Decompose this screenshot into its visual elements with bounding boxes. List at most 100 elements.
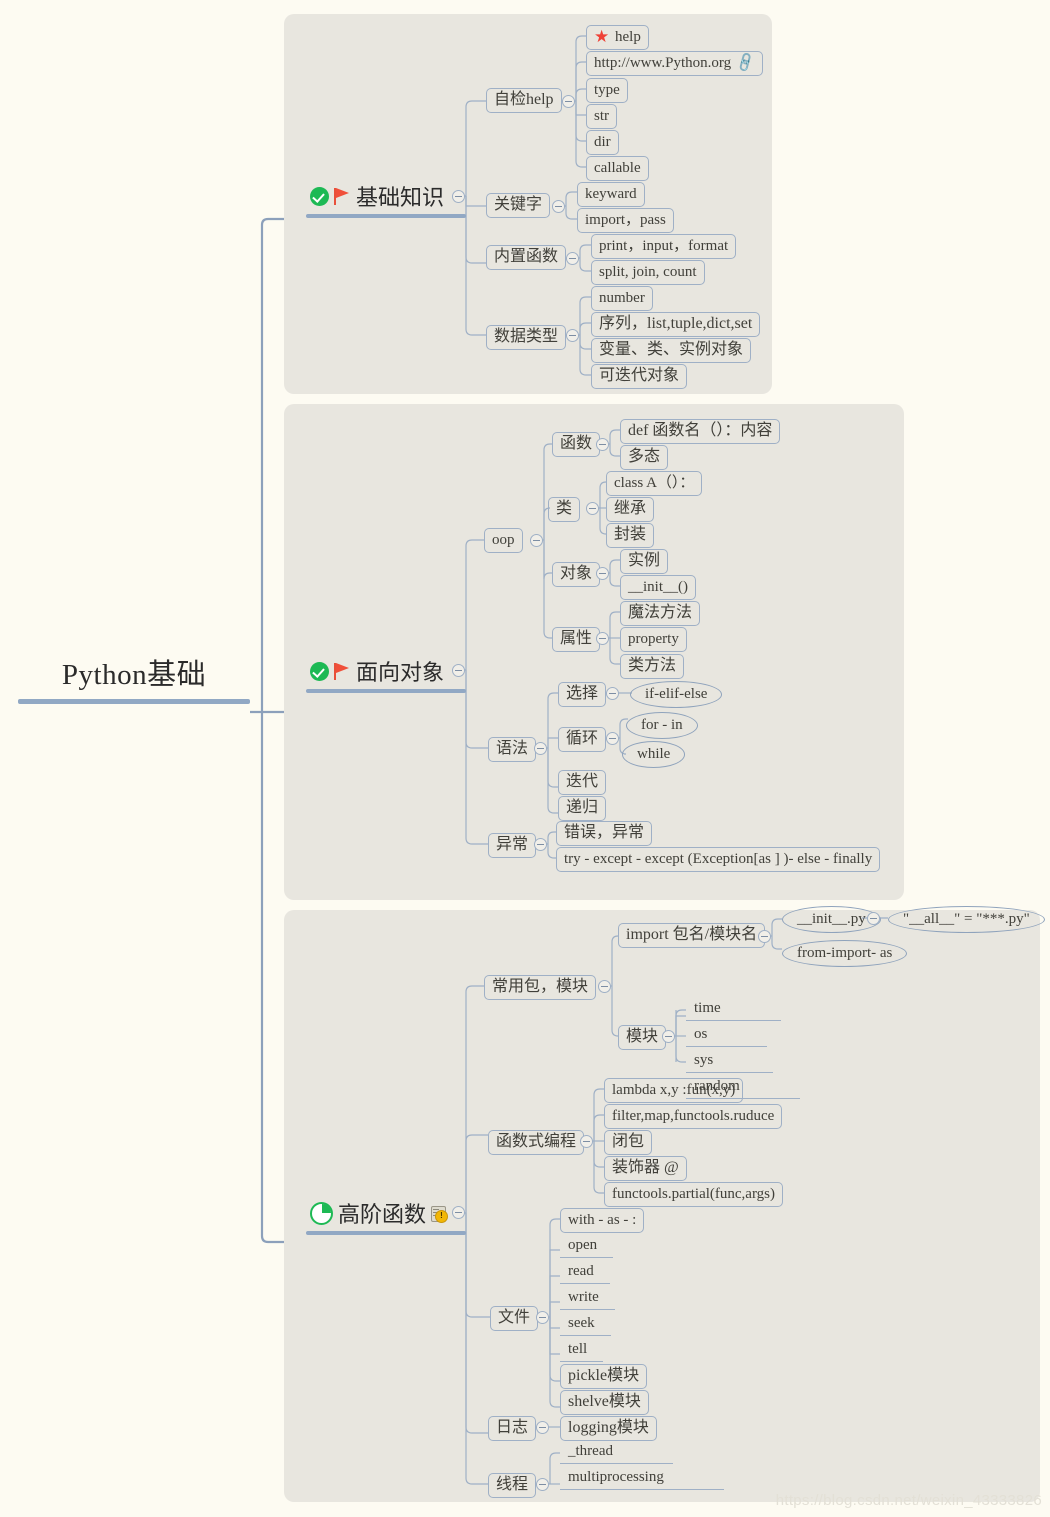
node-selection[interactable]: 选择 xyxy=(558,682,607,707)
node-os[interactable]: os xyxy=(686,1024,768,1047)
node-_thread[interactable]: _thread xyxy=(560,1441,673,1464)
node-from-import-as[interactable]: from-import- as xyxy=(782,940,908,967)
node-functools-partial[interactable]: functools.partial(func,args) xyxy=(604,1182,784,1207)
node-def-signature[interactable]: def 函数名（）：内容 xyxy=(620,419,781,444)
node-number[interactable]: number xyxy=(591,286,653,311)
node-class-a[interactable]: class A（）： xyxy=(606,471,703,496)
node-read[interactable]: read xyxy=(560,1261,610,1284)
node-keyward[interactable]: keyward xyxy=(577,182,645,207)
collapse-toggle-oop-group[interactable] xyxy=(530,534,543,547)
collapse-toggle-oop[interactable] xyxy=(452,664,465,677)
node-lambda[interactable]: lambda x,y :fun(x,y) xyxy=(604,1078,744,1103)
node-import-package[interactable]: import 包名/模块名 xyxy=(618,923,766,948)
node-class-method[interactable]: 类方法 xyxy=(620,654,685,679)
branch-header-advanced[interactable]: 高阶函数 ! xyxy=(306,1197,466,1235)
root-node[interactable]: Python基础 xyxy=(18,655,250,704)
collapse-toggle-data-types[interactable] xyxy=(566,329,579,342)
node-dir[interactable]: dir xyxy=(586,130,619,155)
collapse-toggle-class[interactable] xyxy=(586,502,599,515)
node-init-method[interactable]: __init__() xyxy=(620,575,696,600)
node-data-types[interactable]: 数据类型 xyxy=(486,325,567,350)
collapse-toggle-function[interactable] xyxy=(596,438,609,451)
node-variable-class-instance[interactable]: 变量、类、实例对象 xyxy=(591,338,752,363)
collapse-toggle-thread[interactable] xyxy=(536,1478,549,1491)
node-function[interactable]: 函数 xyxy=(552,432,601,457)
node-iteration[interactable]: 迭代 xyxy=(558,770,607,795)
node-iterable-object[interactable]: 可迭代对象 xyxy=(591,364,688,389)
node-thread[interactable]: 线程 xyxy=(488,1473,537,1498)
node-while[interactable]: while xyxy=(622,741,686,768)
node-tell[interactable]: tell xyxy=(560,1339,604,1362)
collapse-toggle-object[interactable] xyxy=(596,567,609,580)
link-icon[interactable]: 🔗 xyxy=(734,51,758,75)
collapse-toggle-init-py[interactable] xyxy=(867,912,880,925)
node-builtin-functions[interactable]: 内置函数 xyxy=(486,245,567,270)
node-instance[interactable]: 实例 xyxy=(620,549,669,574)
node-type[interactable]: type xyxy=(586,78,628,103)
node-magic-methods[interactable]: 魔法方法 xyxy=(620,601,701,626)
node-property[interactable]: property xyxy=(620,627,687,652)
node-import-pass[interactable]: import，pass xyxy=(577,208,674,233)
node-oop[interactable]: oop xyxy=(484,528,523,553)
node-class[interactable]: 类 xyxy=(548,497,581,522)
node-shelve-module[interactable]: shelve模块 xyxy=(560,1390,649,1415)
node-filter-map-reduce[interactable]: filter,map,functools.ruduce xyxy=(604,1104,783,1129)
node-sys[interactable]: sys xyxy=(686,1050,774,1073)
node-time[interactable]: time xyxy=(686,998,781,1021)
node-all-declaration[interactable]: "__all__" = "***.py" xyxy=(888,906,1045,933)
collapse-toggle-loop[interactable] xyxy=(606,732,619,745)
node-syntax[interactable]: 语法 xyxy=(488,737,537,762)
node-callable[interactable]: callable xyxy=(586,156,649,181)
node-try-except-clause[interactable]: try - except - except (Exception[as ] )-… xyxy=(556,847,881,872)
node-file[interactable]: 文件 xyxy=(490,1306,539,1331)
node-attribute[interactable]: 属性 xyxy=(552,627,601,652)
collapse-toggle-basics[interactable] xyxy=(452,190,465,203)
node-for-in[interactable]: for - in xyxy=(626,712,698,739)
collapse-toggle-functional-programming[interactable] xyxy=(580,1135,593,1148)
node-object[interactable]: 对象 xyxy=(552,562,601,587)
node-pickle-module[interactable]: pickle模块 xyxy=(560,1364,648,1389)
collapse-toggle-builtin-functions[interactable] xyxy=(566,252,579,265)
node-functional-programming[interactable]: 函数式编程 xyxy=(488,1130,585,1155)
collapse-toggle-import-package[interactable] xyxy=(758,930,771,943)
node-write[interactable]: write xyxy=(560,1287,615,1310)
node-recursion[interactable]: 递归 xyxy=(558,796,607,821)
node-inheritance[interactable]: 继承 xyxy=(606,497,655,522)
collapse-toggle-logging[interactable] xyxy=(536,1421,549,1434)
collapse-toggle-advanced[interactable] xyxy=(452,1206,465,1219)
node-error-exception[interactable]: 错误，异常 xyxy=(556,821,653,846)
node-print-input-format[interactable]: print，input，format xyxy=(591,234,737,259)
node-init-py[interactable]: __init__.py xyxy=(782,906,881,933)
node-help[interactable]: ★ help xyxy=(586,25,649,50)
node-polymorphism[interactable]: 多态 xyxy=(620,445,669,470)
node-if-elif-else[interactable]: if-elif-else xyxy=(630,681,723,708)
node-modules[interactable]: 模块 xyxy=(618,1025,667,1050)
collapse-toggle-keywords[interactable] xyxy=(552,200,565,213)
branch-header-basics[interactable]: 基础知识 xyxy=(306,180,466,218)
collapse-toggle-self-check-help[interactable] xyxy=(562,95,575,108)
node-loop[interactable]: 循环 xyxy=(558,727,607,752)
collapse-toggle-attribute[interactable] xyxy=(596,632,609,645)
node-closure[interactable]: 闭包 xyxy=(604,1130,653,1155)
node-seek[interactable]: seek xyxy=(560,1313,611,1336)
node-exception[interactable]: 异常 xyxy=(488,833,537,858)
node-encapsulation[interactable]: 封装 xyxy=(606,523,655,548)
branch-header-oop[interactable]: 面向对象 xyxy=(306,655,466,693)
node-self-check-help[interactable]: 自检help xyxy=(486,88,562,113)
node-logging[interactable]: 日志 xyxy=(488,1416,537,1441)
node-str[interactable]: str xyxy=(586,104,617,129)
node-sequence-types[interactable]: 序列，list,tuple,dict,set xyxy=(591,312,761,337)
collapse-toggle-selection[interactable] xyxy=(606,687,619,700)
node-split-join-count[interactable]: split, join, count xyxy=(591,260,705,285)
node-multiprocessing[interactable]: multiprocessing xyxy=(560,1467,724,1490)
node-logging-module[interactable]: logging模块 xyxy=(560,1416,657,1441)
node-with-as[interactable]: with - as - : xyxy=(560,1208,645,1233)
node-decorator[interactable]: 装饰器 @ xyxy=(604,1156,687,1181)
node-keywords[interactable]: 关键字 xyxy=(486,193,551,218)
node-common-packages-modules[interactable]: 常用包，模块 xyxy=(484,975,597,1000)
collapse-toggle-common-packages[interactable] xyxy=(598,980,611,993)
node-open[interactable]: open xyxy=(560,1235,614,1258)
node-python-org-link[interactable]: http://www.Python.org 🔗 xyxy=(586,51,763,76)
collapse-toggle-modules[interactable] xyxy=(662,1030,675,1043)
collapse-toggle-exception[interactable] xyxy=(534,838,547,851)
